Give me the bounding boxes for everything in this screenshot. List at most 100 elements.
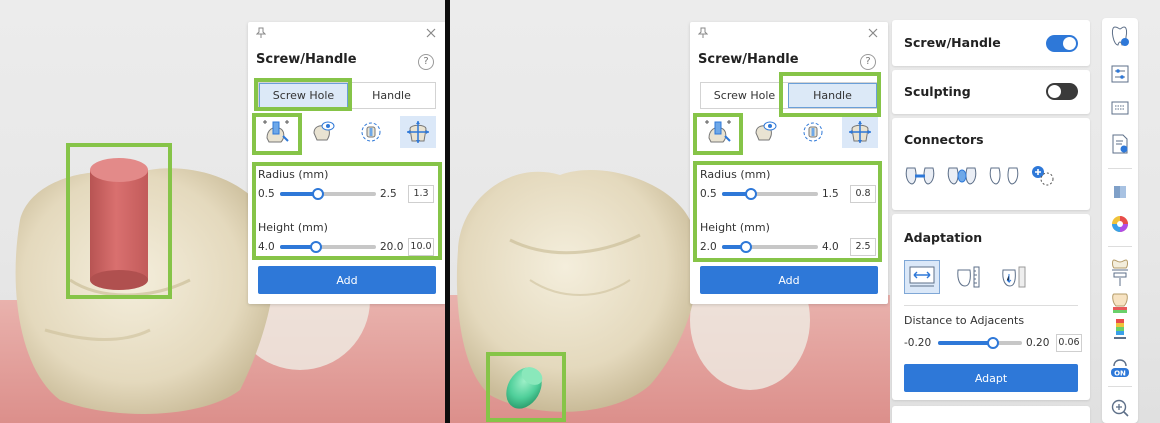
- rotate-screw-icon[interactable]: [353, 116, 389, 148]
- move-handle-icon[interactable]: [841, 116, 878, 148]
- height-max: 20.0: [380, 241, 404, 253]
- height-slider-thumb[interactable]: [310, 241, 323, 253]
- panel-header-bar: [690, 22, 888, 44]
- tab-screw-hole[interactable]: Screw Hole: [701, 83, 788, 108]
- right-screen: Screw/Handle ? Screw Hole Handle Radius …: [450, 0, 1160, 423]
- occlusion-on-icon[interactable]: ON: [1110, 356, 1130, 378]
- sculpting-card-title: Sculpting: [904, 84, 971, 99]
- height-value-input[interactable]: 10.0: [408, 238, 434, 256]
- distance-slider-row: -0.20 0.20 0.06: [904, 334, 1082, 352]
- radius-slider-row: 0.5 1.5 0.8: [700, 185, 878, 203]
- radius-slider[interactable]: [722, 188, 818, 200]
- distance-value-input[interactable]: 0.06: [1056, 334, 1082, 352]
- tab-screw-hole[interactable]: Screw Hole: [259, 83, 348, 108]
- view-handle-icon[interactable]: [747, 116, 783, 148]
- connector-type-3-icon[interactable]: [988, 165, 1020, 191]
- close-icon[interactable]: [426, 28, 436, 38]
- distance-min: -0.20: [904, 337, 932, 349]
- move-screw-icon[interactable]: [399, 116, 436, 148]
- radius-label: Radius (mm): [700, 168, 771, 181]
- add-button[interactable]: Add: [258, 266, 436, 294]
- close-icon[interactable]: [868, 28, 878, 38]
- screw-handle-panel: Screw/Handle ? Screw Hole Handle Radius …: [690, 22, 888, 304]
- mode-tabs: Screw Hole Handle: [258, 82, 436, 109]
- height-slider-thumb[interactable]: [740, 241, 752, 253]
- radius-min: 0.5: [258, 188, 275, 200]
- mode-tabs: Screw Hole Handle: [700, 82, 878, 109]
- view-screw-icon[interactable]: [305, 116, 341, 148]
- screw-hole-cylinder: [90, 170, 148, 280]
- occlusion-badge-text: ON: [1114, 370, 1126, 378]
- tab-handle[interactable]: Handle: [788, 83, 877, 108]
- radius-value-input[interactable]: 0.8: [850, 185, 876, 203]
- rotate-handle-icon[interactable]: [795, 116, 831, 148]
- radius-min: 0.5: [700, 188, 717, 200]
- zoom-icon[interactable]: [1110, 398, 1130, 418]
- tool-row: [258, 116, 436, 148]
- screw-handle-toggle[interactable]: [1046, 35, 1078, 52]
- connector-type-2-icon[interactable]: [946, 165, 978, 191]
- distance-slider[interactable]: [938, 337, 1022, 349]
- height-slider-row: 2.0 4.0 2.5: [700, 238, 878, 256]
- height-value-input[interactable]: 2.5: [850, 238, 876, 256]
- tooth-layers-icon[interactable]: [1110, 292, 1130, 314]
- create-screw-icon[interactable]: [258, 116, 294, 148]
- screw-handle-card: Screw/Handle: [892, 20, 1090, 66]
- tab-handle[interactable]: Handle: [348, 83, 435, 108]
- parameter-group: Radius (mm) 0.5 1.5 0.8 Height (mm) 2.0 …: [700, 168, 878, 274]
- heatmap-icon[interactable]: [1110, 318, 1130, 342]
- radius-value-input[interactable]: 1.3: [408, 185, 434, 203]
- height-slider[interactable]: [722, 241, 818, 253]
- crown-section-icon[interactable]: [1110, 258, 1130, 288]
- tool-row: [700, 116, 878, 148]
- adapt-ruler-icon[interactable]: [996, 260, 1032, 294]
- panel-title: Screw/Handle: [698, 52, 799, 67]
- help-icon[interactable]: ?: [418, 54, 434, 70]
- radius-max: 1.5: [822, 188, 839, 200]
- radius-slider[interactable]: [280, 188, 376, 200]
- connectors-card-title: Connectors: [904, 132, 984, 147]
- distance-max: 0.20: [1026, 337, 1050, 349]
- height-label: Height (mm): [700, 221, 770, 234]
- color-wheel-icon[interactable]: [1110, 214, 1130, 234]
- connector-type-1-icon[interactable]: [904, 165, 936, 191]
- sculpting-card: Sculpting: [892, 70, 1090, 114]
- radius-slider-row: 0.5 2.5 1.3: [258, 185, 436, 203]
- radius-slider-thumb[interactable]: [312, 188, 325, 200]
- pin-icon[interactable]: [698, 27, 708, 39]
- adaptation-card-title: Adaptation: [904, 230, 983, 245]
- adapt-button[interactable]: Adapt: [904, 364, 1078, 392]
- height-label: Height (mm): [258, 221, 328, 234]
- tooth-info-icon[interactable]: [1110, 26, 1130, 46]
- adaptation-card: Adaptation Distance to Adjacents -0.20 0…: [892, 214, 1090, 400]
- adapt-tooth-icon[interactable]: [950, 260, 986, 294]
- add-button[interactable]: Add: [700, 266, 878, 294]
- distance-slider-thumb[interactable]: [986, 337, 999, 349]
- radius-max: 2.5: [380, 188, 397, 200]
- adapt-distance-icon[interactable]: [904, 260, 940, 294]
- screw-handle-card-title: Screw/Handle: [904, 35, 1001, 50]
- pin-icon[interactable]: [256, 27, 266, 39]
- panel-title: Screw/Handle: [256, 52, 357, 67]
- radius-slider-thumb[interactable]: [744, 188, 757, 200]
- keyboard-icon[interactable]: [1110, 98, 1130, 118]
- right-toolbar: ON: [1102, 18, 1138, 423]
- height-slider-row: 4.0 20.0 10.0: [258, 238, 436, 256]
- parameter-group: Radius (mm) 0.5 2.5 1.3 Height (mm) 4.0 …: [258, 168, 436, 274]
- help-icon[interactable]: ?: [860, 54, 876, 70]
- next-card-partial: [892, 406, 1090, 423]
- settings-sliders-icon[interactable]: [1110, 64, 1130, 84]
- connectors-card: Connectors: [892, 118, 1090, 210]
- height-slider[interactable]: [280, 241, 376, 253]
- adaptation-icons: [904, 260, 1032, 294]
- cube-view-icon[interactable]: [1110, 182, 1130, 202]
- height-min: 4.0: [258, 241, 275, 253]
- report-icon[interactable]: [1110, 134, 1130, 154]
- height-max: 4.0: [822, 241, 839, 253]
- height-min: 2.0: [700, 241, 717, 253]
- sculpting-toggle[interactable]: [1046, 83, 1078, 100]
- create-handle-icon[interactable]: [700, 116, 736, 148]
- panel-header-bar: [248, 22, 445, 44]
- add-connector-icon[interactable]: [1030, 164, 1056, 192]
- distance-label: Distance to Adjacents: [904, 314, 1025, 327]
